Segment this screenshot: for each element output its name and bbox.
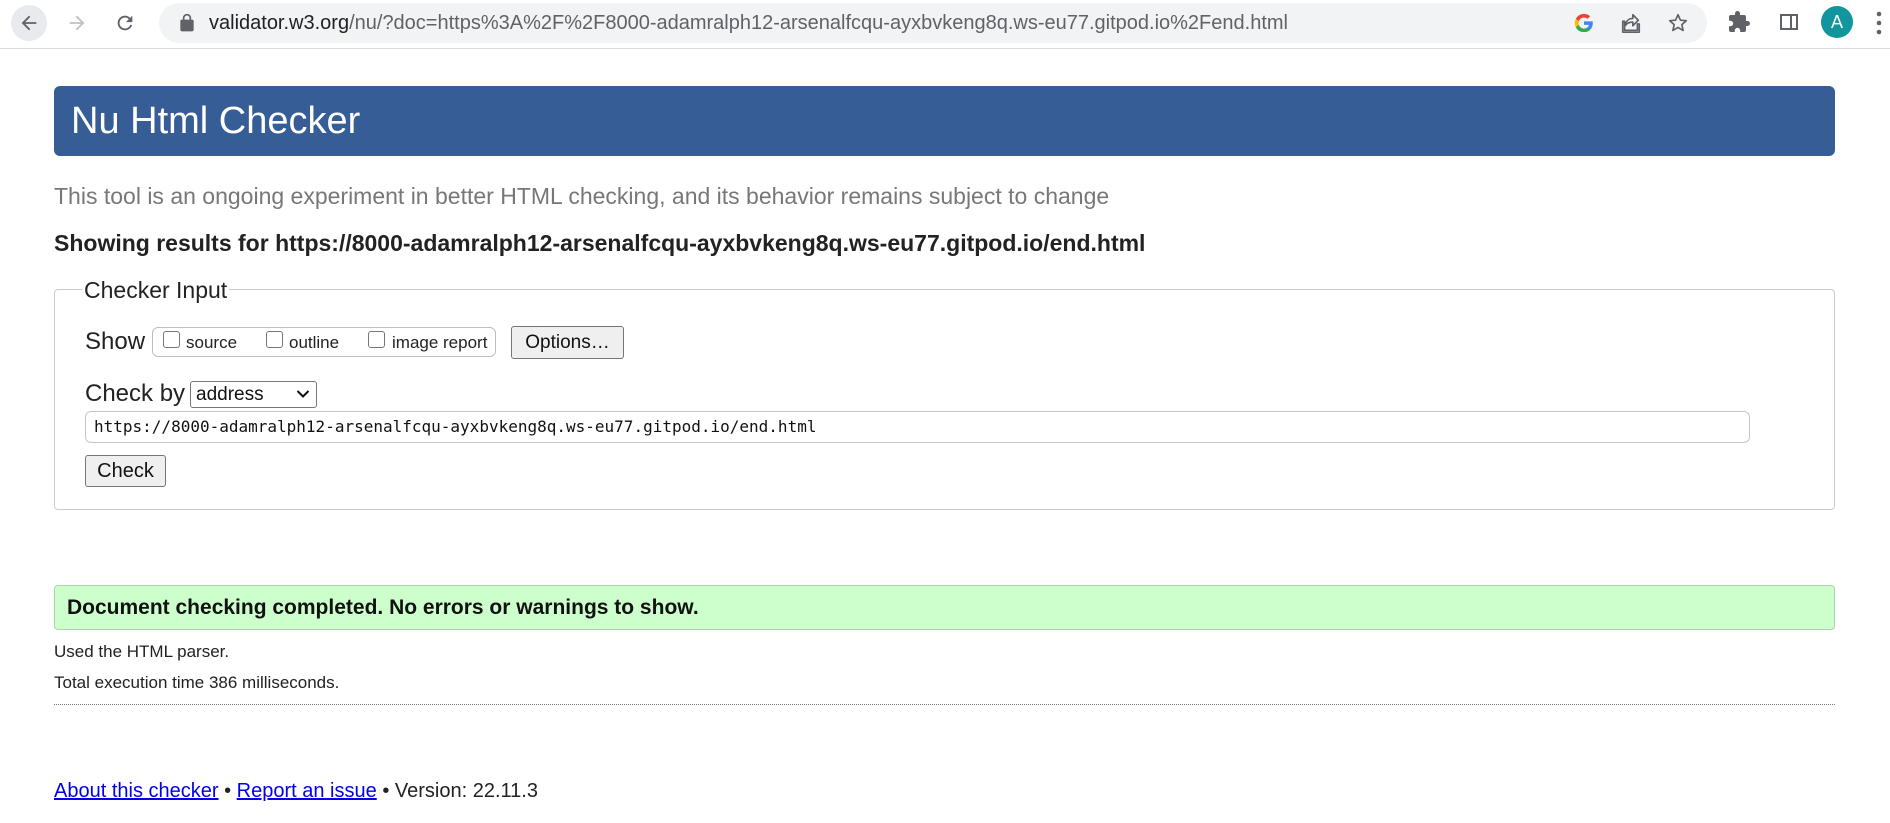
check-button[interactable]: Check xyxy=(85,455,166,487)
google-icon[interactable] xyxy=(1573,12,1595,34)
outline-checkbox-label[interactable]: outline xyxy=(289,333,339,353)
footer: About this checker • Report an issue • V… xyxy=(54,780,538,803)
divider xyxy=(54,704,1835,705)
image-report-checkbox-label[interactable]: image report xyxy=(392,333,487,353)
report-issue-link[interactable]: Report an issue xyxy=(237,780,377,802)
checker-input-fieldset xyxy=(54,289,1835,510)
forward-arrow-icon xyxy=(69,15,85,31)
execution-time: Total execution time 386 milliseconds. xyxy=(54,673,340,692)
footer-separator: • xyxy=(382,780,390,802)
options-button[interactable]: Options… xyxy=(511,326,624,359)
source-checkbox[interactable] xyxy=(163,331,180,348)
back-arrow-icon xyxy=(21,15,37,31)
parser-info: Used the HTML parser. xyxy=(54,642,230,661)
page-title: Nu Html Checker xyxy=(54,86,1835,156)
outline-checkbox[interactable] xyxy=(266,331,283,348)
kebab-menu-icon[interactable] xyxy=(1874,10,1884,36)
url-path: /nu/?doc=https%3A%2F%2F8000-adamralph12-… xyxy=(349,12,1288,34)
extensions-icon[interactable] xyxy=(1727,10,1751,34)
share-icon[interactable] xyxy=(1620,12,1642,34)
star-icon[interactable] xyxy=(1667,12,1689,34)
avatar[interactable]: A xyxy=(1821,6,1853,38)
success-message: Document checking completed. No errors o… xyxy=(54,585,1835,630)
checker-input-legend: Checker Input xyxy=(82,277,230,304)
side-panel-icon[interactable] xyxy=(1777,10,1801,34)
reload-icon xyxy=(117,15,133,31)
version-text: Version: 22.11.3 xyxy=(394,780,538,802)
back-button[interactable] xyxy=(11,5,47,41)
page-subtitle: This tool is an ongoing experiment in be… xyxy=(54,183,1110,209)
source-checkbox-label[interactable]: source xyxy=(186,333,237,353)
chevron-down-icon[interactable] xyxy=(296,389,310,399)
forward-button[interactable] xyxy=(59,5,95,41)
show-label: Show xyxy=(85,328,146,355)
about-checker-link[interactable]: About this checker xyxy=(54,780,219,802)
check-by-value: address xyxy=(196,384,264,405)
check-by-label: Check by xyxy=(85,380,186,407)
url-text[interactable]: validator.w3.org/nu/?doc=https%3A%2F%2F8… xyxy=(209,3,1288,43)
footer-separator: • xyxy=(224,780,232,802)
reload-button[interactable] xyxy=(107,5,143,41)
address-bar[interactable]: validator.w3.org/nu/?doc=https%3A%2F%2F8… xyxy=(159,3,1707,43)
address-input[interactable]: https://8000-adamralph12-arsenalfcqu-ayx… xyxy=(85,411,1750,443)
lock-icon[interactable] xyxy=(177,13,197,33)
showing-results-heading: Showing results for https://8000-adamral… xyxy=(54,230,1146,256)
browser-toolbar: validator.w3.org/nu/?doc=https%3A%2F%2F8… xyxy=(0,0,1890,49)
url-host: validator.w3.org xyxy=(209,12,350,34)
image-report-checkbox[interactable] xyxy=(368,331,385,348)
